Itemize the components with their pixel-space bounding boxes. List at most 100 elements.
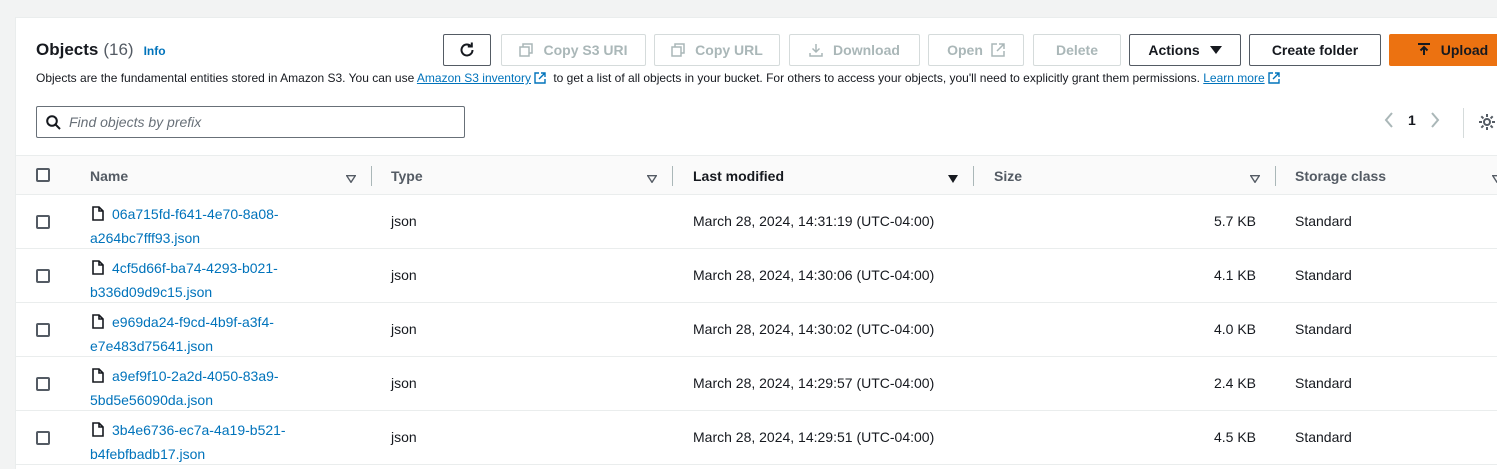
select-all-checkbox[interactable]: [36, 168, 50, 182]
row-checkbox[interactable]: [36, 215, 50, 229]
table-row[interactable]: a9ef9f10-2a2d-4050-83a9- 5bd5e56090da.jso…: [16, 357, 1497, 411]
objects-panel: Objects (16) Info Copy S3 URI Copy URL D…: [15, 17, 1497, 469]
file-icon: [92, 313, 104, 335]
object-name-part2: e7e483d75641.json: [90, 338, 214, 354]
objects-header: Objects (16) Info Copy S3 URI Copy URL D…: [16, 18, 1497, 155]
object-name-link[interactable]: a9ef9f10-2a2d-4050-83a9- 5bd5e56090da.jso…: [90, 365, 330, 411]
row-checkbox[interactable]: [36, 431, 50, 445]
table-row[interactable]: 3b4e6736-ec7a-4a19-b521- b4febfbadb17.jso…: [16, 411, 1497, 465]
object-storage-class: Standard: [1295, 267, 1352, 283]
object-type: json: [391, 213, 417, 229]
column-divider[interactable]: [672, 166, 673, 186]
object-size: 5.7 KB: [1213, 213, 1256, 229]
learn-more-link[interactable]: Learn more: [1203, 71, 1264, 85]
object-name-part1: 3b4e6736-ec7a-4a19-b521-: [112, 422, 286, 438]
object-last-modified: March 28, 2024, 14:30:06 (UTC-04:00): [693, 267, 935, 283]
copy-icon: [671, 43, 685, 57]
actions-label: Actions: [1148, 42, 1200, 58]
objects-title-row: Objects (16) Info: [36, 40, 166, 60]
upload-icon: [1417, 43, 1431, 57]
object-name-part1: e969da24-f9cd-4b9f-a3f4-: [112, 314, 274, 330]
object-type: json: [391, 429, 417, 445]
object-size: 4.1 KB: [1213, 267, 1256, 283]
object-name-part2: b336d09d9c15.json: [90, 284, 213, 300]
object-size: 2.4 KB: [1213, 375, 1256, 391]
row-checkbox[interactable]: [36, 323, 50, 337]
table-row[interactable]: 06a715fd-f641-4e70-8a08- a264bc7fff93.jso…: [16, 195, 1497, 249]
current-page[interactable]: 1: [1408, 112, 1416, 128]
sort-caret-icon[interactable]: [646, 170, 658, 186]
table-header: Name Type Last modified Size Storage cla…: [16, 155, 1497, 195]
column-header-type[interactable]: Type: [391, 168, 423, 184]
object-name-part2: 5bd5e56090da.json: [90, 392, 214, 408]
actions-button[interactable]: Actions: [1129, 34, 1241, 66]
file-icon: [92, 205, 104, 227]
column-header-size[interactable]: Size: [994, 168, 1022, 184]
object-last-modified: March 28, 2024, 14:30:02 (UTC-04:00): [693, 321, 935, 337]
search-icon: [46, 115, 61, 133]
refresh-button[interactable]: [443, 34, 491, 66]
chevron-right-icon[interactable]: [1430, 112, 1440, 128]
download-icon: [809, 43, 823, 57]
column-divider[interactable]: [1275, 166, 1276, 186]
create-folder-label: Create folder: [1271, 42, 1359, 58]
file-icon: [92, 421, 104, 443]
open-button[interactable]: Open: [928, 34, 1024, 66]
caret-down-icon: [1209, 46, 1222, 54]
object-name-link[interactable]: 3b4e6736-ec7a-4a19-b521- b4febfbadb17.jso…: [90, 419, 330, 465]
object-last-modified: March 28, 2024, 14:31:19 (UTC-04:00): [693, 213, 935, 229]
column-header-name[interactable]: Name: [90, 168, 128, 184]
upload-label: Upload: [1440, 42, 1489, 58]
object-name-link[interactable]: e969da24-f9cd-4b9f-a3f4- e7e483d75641.jso…: [90, 311, 330, 357]
object-count: (16): [103, 40, 134, 59]
object-name-link[interactable]: 06a715fd-f641-4e70-8a08- a264bc7fff93.jso…: [90, 203, 330, 249]
row-checkbox[interactable]: [36, 269, 50, 283]
object-name-part2: b4febfbadb17.json: [90, 446, 206, 462]
upload-button[interactable]: Upload: [1389, 34, 1497, 66]
pager-divider: [1463, 108, 1464, 138]
object-name-part2: a264bc7fff93.json: [90, 230, 201, 246]
sort-caret-icon[interactable]: [345, 170, 357, 186]
sort-descending-icon[interactable]: [948, 170, 958, 186]
sort-caret-icon[interactable]: [1249, 170, 1261, 186]
object-storage-class: Standard: [1295, 321, 1352, 337]
sort-caret-icon[interactable]: [1491, 170, 1497, 186]
copy-icon: [519, 43, 534, 57]
page-title: Objects: [36, 40, 99, 59]
object-last-modified: March 28, 2024, 14:29:57 (UTC-04:00): [693, 375, 935, 391]
info-link[interactable]: Info: [144, 44, 166, 58]
file-icon: [92, 367, 104, 389]
object-type: json: [391, 321, 417, 337]
object-size: 4.5 KB: [1213, 429, 1256, 445]
table-row[interactable]: e969da24-f9cd-4b9f-a3f4- e7e483d75641.jso…: [16, 303, 1497, 357]
table-row[interactable]: 4cf5d66f-ba74-4293-b021- b336d09d9c15.jso…: [16, 249, 1497, 303]
copy-s3-uri-button[interactable]: Copy S3 URI: [501, 34, 646, 66]
object-size: 4.0 KB: [1213, 321, 1256, 337]
settings-gear-icon[interactable]: [1478, 113, 1496, 134]
open-label: Open: [947, 42, 983, 58]
search-input[interactable]: [69, 107, 459, 137]
description-text-1: Objects are the fundamental entities sto…: [36, 71, 417, 85]
search-field[interactable]: [36, 106, 465, 138]
column-divider[interactable]: [973, 166, 974, 186]
download-button[interactable]: Download: [789, 34, 920, 66]
column-header-storage-class[interactable]: Storage class: [1295, 168, 1386, 184]
copy-url-button[interactable]: Copy URL: [654, 34, 780, 66]
inventory-link[interactable]: Amazon S3 inventory: [417, 71, 531, 85]
delete-button[interactable]: Delete: [1033, 34, 1121, 66]
column-header-last-modified[interactable]: Last modified: [693, 168, 784, 184]
create-folder-button[interactable]: Create folder: [1249, 34, 1381, 66]
object-name-part1: 4cf5d66f-ba74-4293-b021-: [112, 260, 278, 276]
copy-url-label: Copy URL: [695, 42, 763, 58]
column-divider[interactable]: [371, 166, 372, 186]
object-last-modified: March 28, 2024, 14:29:51 (UTC-04:00): [693, 429, 935, 445]
file-icon: [92, 259, 104, 281]
object-name-link[interactable]: 4cf5d66f-ba74-4293-b021- b336d09d9c15.jso…: [90, 257, 330, 303]
download-label: Download: [833, 42, 900, 58]
object-type: json: [391, 375, 417, 391]
chevron-left-icon[interactable]: [1384, 112, 1394, 128]
object-name-part1: 06a715fd-f641-4e70-8a08-: [112, 206, 279, 222]
row-checkbox[interactable]: [36, 377, 50, 391]
objects-description: Objects are the fundamental entities sto…: [36, 71, 1284, 87]
external-link-icon: [991, 43, 1005, 57]
